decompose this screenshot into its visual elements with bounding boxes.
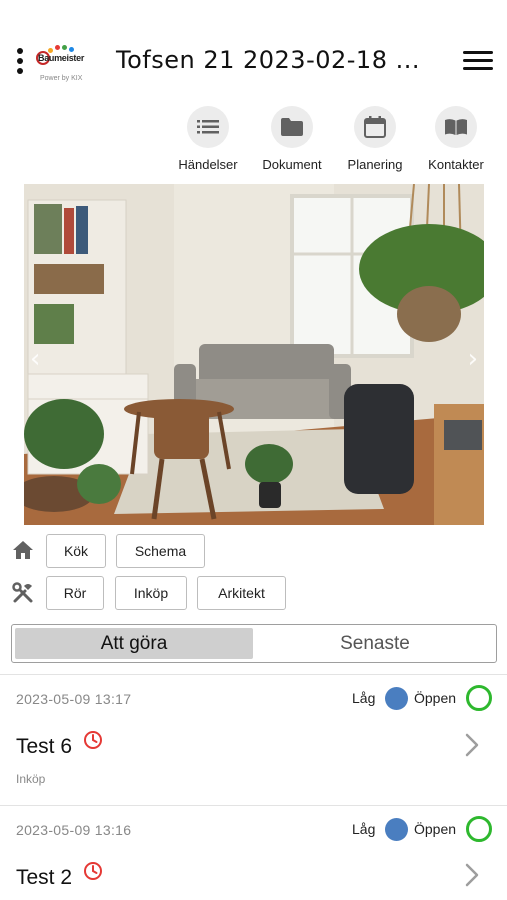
tag-kok[interactable]: Kök (46, 534, 106, 568)
tab-senaste[interactable]: Senaste (256, 628, 494, 659)
state-open-icon (466, 816, 492, 842)
overdue-clock-icon (83, 730, 103, 750)
chevron-right-icon (465, 733, 479, 757)
nav-dokument[interactable]: Dokument (252, 106, 332, 172)
menu-icon[interactable] (463, 50, 493, 72)
room-tags: Kök Schema (12, 534, 492, 570)
priority-label: Låg (352, 690, 376, 706)
state-label: Öppen (414, 821, 457, 837)
page-title: Tofsen 21 2023-02-18 ... (116, 46, 420, 74)
logo-dots (46, 45, 80, 53)
nav-planering[interactable]: Planering (335, 106, 415, 172)
home-icon (12, 540, 36, 564)
task-title: Test 2 (16, 866, 73, 889)
logo-text: Baumeister (38, 53, 85, 63)
tag-ror[interactable]: Rör (46, 576, 104, 610)
task-row[interactable]: 2023-05-09 13:16 Låg Öppen Test 2 (0, 805, 507, 900)
overdue-clock-icon (83, 861, 103, 881)
tag-schema[interactable]: Schema (116, 534, 205, 568)
tag-inkop[interactable]: Inköp (115, 576, 187, 610)
nav-kontakter-label: Kontakter (428, 157, 484, 172)
state-label: Öppen (414, 690, 457, 706)
state-open-icon (466, 685, 492, 711)
tab-att-gora[interactable]: Att göra (15, 628, 253, 659)
nav-planering-label: Planering (347, 157, 403, 172)
nav-handelser-label: Händelser (178, 157, 238, 172)
task-filter-tabs: Att göra Senaste (11, 624, 497, 663)
carousel-prev-icon[interactable]: ‹ (30, 344, 40, 374)
priority-dot-icon (385, 687, 408, 710)
logo: Baumeister Power by KIX (36, 45, 96, 87)
trade-tags: Rör Inköp Arkitekt (12, 576, 492, 612)
quick-nav: Händelser Dokument Planering Kontakter (170, 106, 500, 176)
task-row[interactable]: 2023-05-09 13:17 Låg Öppen Test 6 Inköp (0, 674, 507, 804)
priority-dot-icon (385, 818, 408, 841)
nav-kontakter[interactable]: Kontakter (416, 106, 496, 172)
tag-arkitekt[interactable]: Arkitekt (197, 576, 286, 610)
logo-subtitle: Power by KIX (40, 75, 83, 82)
calendar-icon (354, 106, 396, 148)
nav-handelser[interactable]: Händelser (168, 106, 248, 172)
tools-icon (12, 582, 36, 606)
nav-dokument-label: Dokument (262, 157, 322, 172)
task-category: Inköp (16, 772, 46, 786)
carousel-next-icon[interactable]: › (468, 344, 478, 374)
task-date: 2023-05-09 13:17 (16, 691, 132, 707)
priority-label: Låg (352, 821, 376, 837)
folder-icon (271, 106, 313, 148)
project-photo[interactable]: ‹ › (24, 184, 484, 525)
chevron-right-icon (465, 863, 479, 887)
living-room-image (24, 184, 484, 525)
book-icon (435, 106, 477, 148)
task-title: Test 6 (16, 735, 73, 758)
more-options-icon[interactable] (14, 46, 26, 76)
list-icon (187, 106, 229, 148)
task-date: 2023-05-09 13:16 (16, 822, 132, 838)
app-header: Baumeister Power by KIX Tofsen 21 2023-0… (0, 30, 507, 92)
